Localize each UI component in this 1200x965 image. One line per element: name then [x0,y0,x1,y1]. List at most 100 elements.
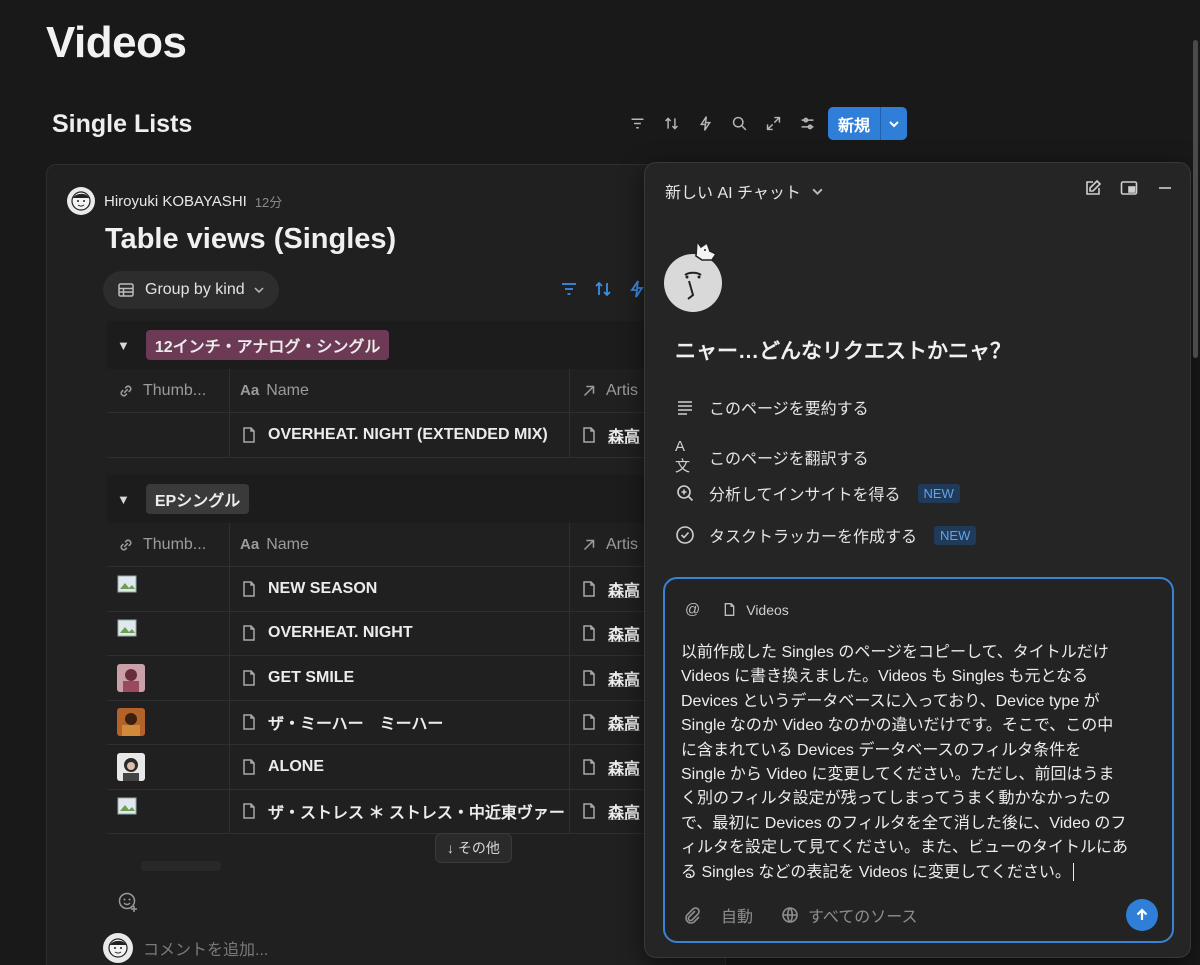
suggestion-summarize[interactable]: このページを要約する [675,395,869,419]
suggestion-translate[interactable]: A文 このページを翻訳する [675,438,869,476]
group-by-chip[interactable]: Group by kind [103,271,279,309]
face-avatar-icon [71,191,91,211]
new-chat-edit-icon[interactable] [1084,179,1102,197]
page-icon [583,803,595,819]
automation-bolt-icon[interactable] [688,107,722,140]
page-icon [583,427,595,443]
new-dropdown-button[interactable] [880,107,907,140]
text-type-icon: Aa [240,382,260,399]
column-header-thumb[interactable]: Thumb... [107,369,229,413]
page-icon [583,759,595,775]
group-header[interactable]: ▼ EPシングル [107,475,725,523]
page-icon [243,581,255,597]
author-name: Hiroyuki KOBAYASHI [104,192,247,210]
page-scrollbar[interactable] [1193,40,1198,358]
paperclip-icon[interactable] [683,906,701,924]
name-cell[interactable]: OVERHEAT. NIGHT (EXTENDED MIX) [229,413,569,457]
load-more-button[interactable]: ↓ その他 [435,833,512,863]
page-icon [583,625,595,641]
settings-sliders-icon[interactable] [790,107,824,140]
thumb-cell[interactable] [107,567,229,611]
relation-arrow-icon [583,385,595,396]
minimize-icon[interactable] [1156,179,1174,197]
table-icon [118,283,134,297]
collapse-triangle-icon[interactable]: ▼ [117,338,130,353]
table-row[interactable]: OVERHEAT. NIGHT (EXTENDED MIX) 森高 [107,413,725,458]
page-icon [724,603,735,616]
name-cell[interactable]: NEW SEASON [229,567,569,611]
search-icon[interactable] [722,107,756,140]
name-cell[interactable]: ザ・ミーハー ミーハー [229,700,569,744]
table-header: Thumb... Aa Name Artis [107,368,725,413]
message-textarea[interactable]: 以前作成した Singles のページをコピーして、タイトルだけ Videos … [681,641,1161,885]
new-badge: NEW [934,525,977,545]
table-row[interactable]: ザ・ストレス ＊ ストレス・中近東ヴァー 森高 [107,789,725,834]
avatar[interactable] [67,187,95,215]
sources-selector[interactable]: すべてのソース [781,903,917,927]
translate-icon: A文 [675,438,691,475]
thumb-cell[interactable] [107,701,229,745]
page-icon [583,714,595,730]
new-badge: NEW [917,483,960,503]
arrow-up-icon [1136,908,1148,920]
name-cell[interactable]: ALONE [229,745,569,789]
face-avatar-icon [108,938,128,958]
table-group: ▼ EPシングル Thumb... Aa Name Artis NEW SEAS… [107,475,725,834]
ai-composer[interactable]: @ Videos 以前作成した Singles のページをコピーして、タイトルだ… [663,577,1174,943]
new-button[interactable]: 新規 [828,107,880,140]
database-title[interactable]: Single Lists [52,110,192,139]
table-row[interactable]: ALONE 森高 [107,745,725,790]
column-header-name[interactable]: Aa Name [229,368,569,413]
thumb-cell[interactable] [107,413,229,457]
chevron-down-icon [812,188,823,195]
name-cell[interactable]: GET SMILE [229,656,569,700]
column-header-thumb[interactable]: Thumb... [107,523,229,567]
ai-chat-title-dropdown[interactable]: 新しい AI チャット [665,179,824,203]
sort-icon[interactable] [593,279,613,299]
column-header-name[interactable]: Aa Name [229,522,569,567]
thumb-cell[interactable] [107,612,229,656]
collapse-triangle-icon[interactable]: ▼ [117,492,130,507]
mention-button[interactable]: @ [685,601,700,618]
database-toolbar: 新規 [620,107,908,140]
name-cell[interactable]: ザ・ストレス ＊ ストレス・中近東ヴァー [229,789,569,833]
thumb-cell[interactable] [107,790,229,834]
relation-arrow-icon [583,539,595,550]
group-by-label: Group by kind [145,281,245,298]
add-reaction-icon[interactable] [117,891,139,913]
group-header[interactable]: ▼ 12インチ・アナログ・シングル [107,321,725,369]
ai-chat-panel: 新しい AI チャット ニャー…どんなリクエストかニャ？ このページを要約する … [644,162,1191,958]
group-tag: 12インチ・アナログ・シングル [145,330,390,360]
page-icon [243,759,255,775]
table-row[interactable]: OVERHEAT. NIGHT 森高 [107,611,725,656]
comment-input[interactable]: コメントを追加... [143,936,268,960]
name-cell[interactable]: OVERHEAT. NIGHT [229,611,569,655]
picture-in-picture-icon[interactable] [1120,179,1138,197]
table-row[interactable]: ザ・ミーハー ミーハー 森高 [107,700,725,745]
thumb-cell[interactable] [107,656,229,700]
view-toolbar [559,279,647,299]
filter-icon[interactable] [559,279,579,299]
composer-footer: 自動 すべてのソース [683,903,917,927]
broken-image-icon [117,619,137,637]
mode-selector[interactable]: 自動 [721,903,753,927]
page-icon [583,670,595,686]
lines-icon [678,401,692,415]
suggestion-analyze[interactable]: 分析してインサイトを得る NEW [675,481,960,505]
view-title[interactable]: Table views (Singles) [105,223,396,256]
comment-row[interactable]: コメントを追加... [103,933,268,963]
expand-icon[interactable] [756,107,790,140]
author-time: 12分 [254,194,283,210]
suggestion-task-tracker[interactable]: タスクトラッカーを作成する NEW [675,523,977,547]
new-button-group: 新規 [828,107,908,140]
send-button[interactable] [1126,899,1158,931]
sort-icon[interactable] [654,107,688,140]
filter-icon[interactable] [620,107,654,140]
table-row[interactable]: GET SMILE 森高 [107,656,725,701]
context-page-chip[interactable]: Videos [746,602,789,618]
page-icon [583,581,595,597]
ai-mascot-icon [664,238,722,312]
table-row[interactable]: NEW SEASON 森高 [107,567,725,612]
chevron-down-icon [889,120,899,127]
thumb-cell[interactable] [107,745,229,789]
